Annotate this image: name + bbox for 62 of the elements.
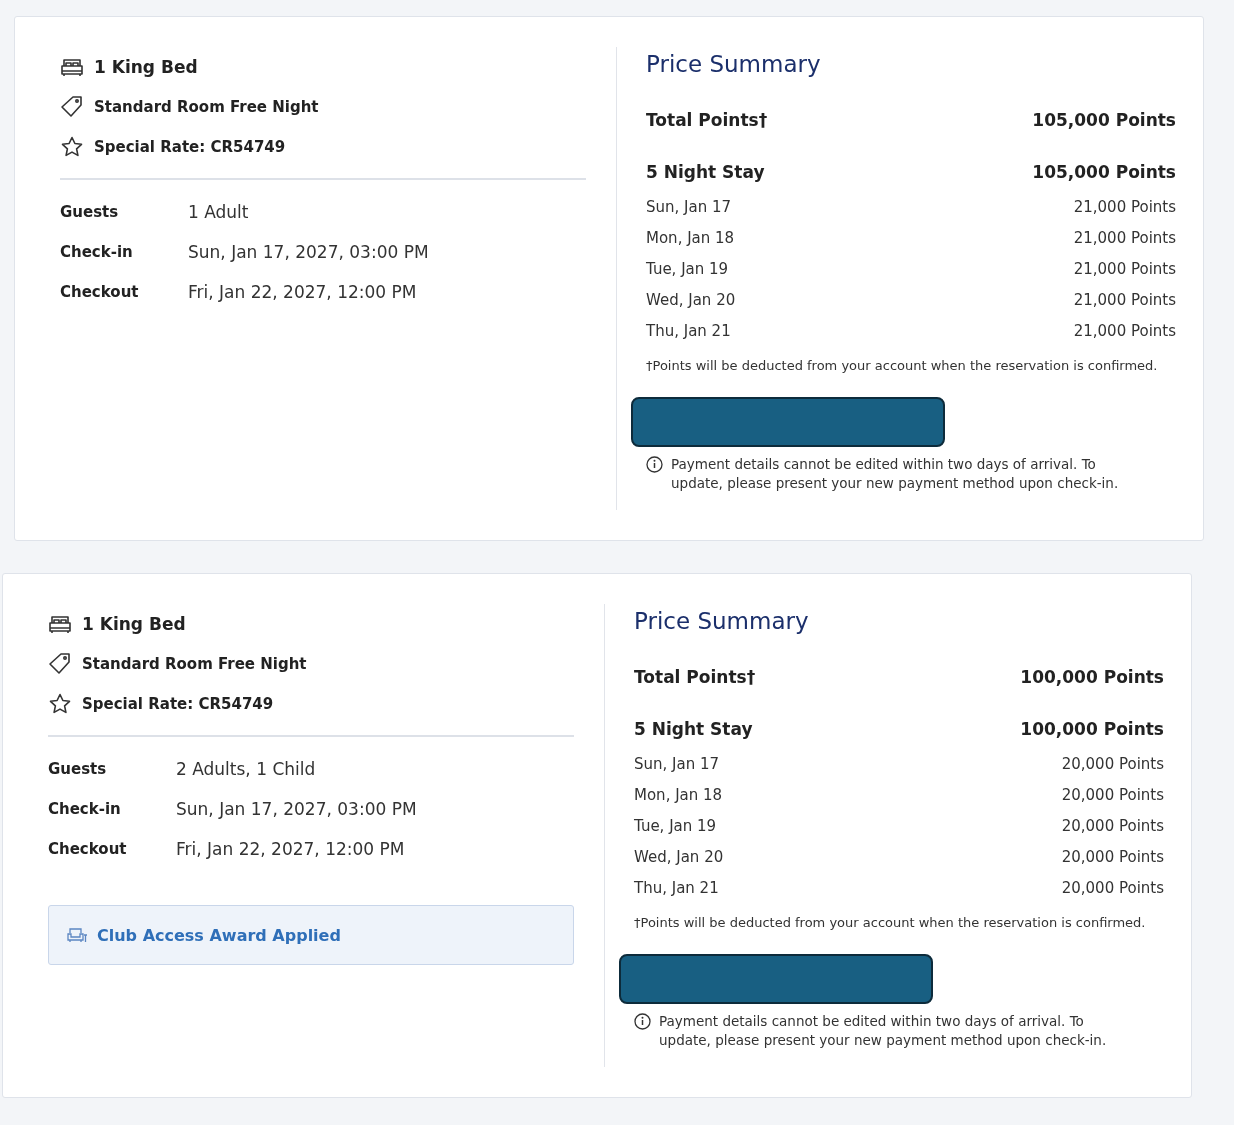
night-points: 20,000 Points (1061, 785, 1164, 804)
total-label: Total Points† (634, 667, 756, 687)
detail-label: Checkout (60, 283, 140, 301)
rate-name: Standard Room Free Night (82, 655, 307, 673)
night-date: Tue, Jan 19 (646, 259, 729, 278)
detail-value: 1 Adult (188, 202, 249, 222)
tag-icon (60, 95, 84, 119)
armchair-icon (67, 926, 89, 944)
total-value: 100,000 Points (1020, 667, 1164, 687)
night-points: 21,000 Points (1073, 290, 1176, 309)
special-rate: Special Rate: CR54749 (94, 138, 286, 156)
payment-button[interactable] (619, 954, 933, 1004)
stay-value: 105,000 Points (1032, 162, 1176, 182)
night-date: Mon, Jan 18 (646, 228, 735, 247)
tag-icon (48, 652, 72, 676)
info-icon (646, 456, 663, 473)
stay-label: 5 Night Stay (646, 162, 765, 182)
room-type: 1 King Bed (82, 614, 186, 634)
room-type: 1 King Bed (94, 57, 198, 77)
payment-note: Payment details cannot be edited within two days of arrival. To update, please present your new payment method upon check-in. (659, 1012, 1108, 1050)
points-footnote: †Points will be deducted from your account when the reservation is confirmed. (646, 358, 1159, 373)
detail-label: Check-in (60, 243, 134, 261)
rate-name: Standard Room Free Night (94, 98, 319, 116)
payment-button[interactable] (631, 397, 945, 447)
detail-label: Guests (60, 203, 120, 221)
detail-label: Guests (48, 760, 108, 778)
detail-label: Check-in (48, 800, 122, 818)
info-icon (634, 1013, 651, 1030)
night-points: 20,000 Points (1061, 816, 1164, 835)
night-points: 21,000 Points (1073, 197, 1176, 216)
detail-value: Fri, Jan 22, 2027, 12:00 PM (176, 839, 405, 859)
night-points: 21,000 Points (1073, 228, 1176, 247)
payment-note: Payment details cannot be edited within two days of arrival. To update, please present your new payment method upon check-in. (671, 455, 1120, 493)
total-label: Total Points† (646, 110, 768, 130)
price-summary-title: Price Summary (646, 51, 822, 77)
detail-value: Sun, Jan 17, 2027, 03:00 PM (188, 242, 429, 262)
night-points: 20,000 Points (1061, 754, 1164, 773)
stay-label: 5 Night Stay (634, 719, 753, 739)
night-date: Sun, Jan 17 (634, 754, 720, 773)
night-date: Wed, Jan 20 (634, 847, 724, 866)
night-date: Mon, Jan 18 (634, 785, 723, 804)
night-date: Sun, Jan 17 (646, 197, 732, 216)
star-icon (60, 135, 84, 159)
night-points: 21,000 Points (1073, 259, 1176, 278)
award-text: Club Access Award Applied (97, 925, 341, 945)
special-rate: Special Rate: CR54749 (82, 695, 274, 713)
night-date: Wed, Jan 20 (646, 290, 736, 309)
night-date: Thu, Jan 21 (634, 878, 719, 897)
night-date: Thu, Jan 21 (646, 321, 731, 340)
total-value: 105,000 Points (1032, 110, 1176, 130)
night-points: 21,000 Points (1073, 321, 1176, 340)
night-points: 20,000 Points (1061, 878, 1164, 897)
stay-value: 100,000 Points (1020, 719, 1164, 739)
points-footnote: †Points will be deducted from your account when the reservation is confirmed. (634, 915, 1147, 930)
detail-label: Checkout (48, 840, 128, 858)
detail-value: 2 Adults, 1 Child (176, 759, 316, 779)
price-summary-title: Price Summary (634, 608, 810, 634)
detail-value: Fri, Jan 22, 2027, 12:00 PM (188, 282, 417, 302)
star-icon (48, 692, 72, 716)
detail-value: Sun, Jan 17, 2027, 03:00 PM (176, 799, 417, 819)
night-points: 20,000 Points (1061, 847, 1164, 866)
night-date: Tue, Jan 19 (634, 816, 717, 835)
